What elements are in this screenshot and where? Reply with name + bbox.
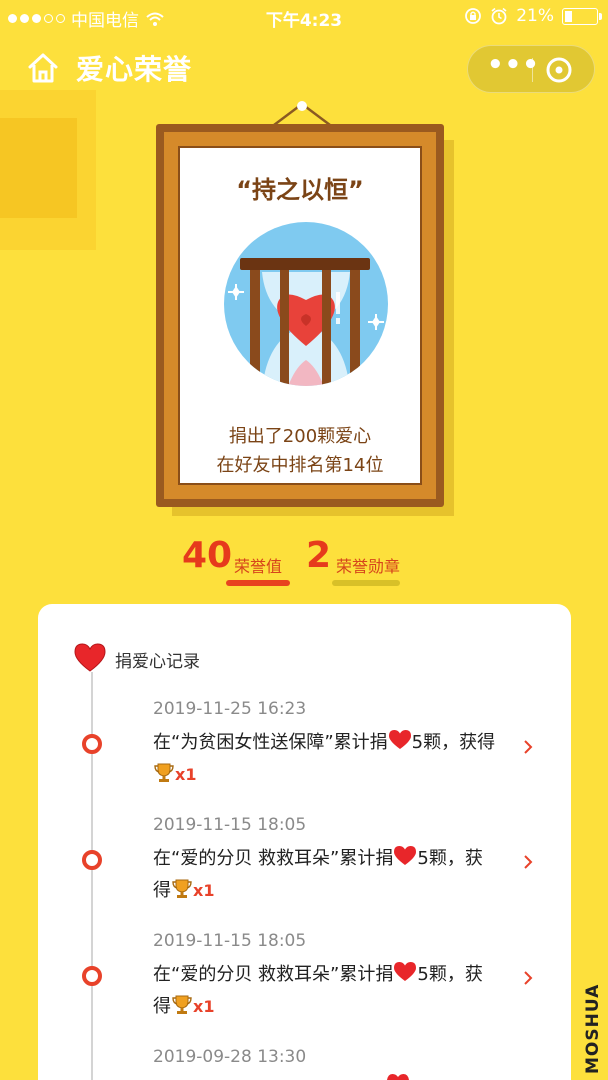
record-text: 在“爱的分贝 救救耳朵”累计捐 (153, 848, 394, 869)
rotation-lock-icon (465, 8, 482, 24)
chevron-right-icon[interactable] (522, 970, 534, 986)
record-count: 5颗，获 (417, 848, 483, 869)
battery-fill (565, 10, 573, 22)
honor-value-label[interactable]: 荣誉值 (234, 553, 282, 577)
trophy-icon (154, 763, 174, 782)
reward-count: x1 (193, 997, 215, 1016)
record-time: 2019-09-28 13:30 (153, 1047, 307, 1067)
capsule-divider (532, 58, 533, 82)
home-icon[interactable] (26, 52, 60, 84)
record-time: 2019-11-15 18:05 (153, 815, 307, 835)
watermark: MOSHUA (579, 983, 607, 1074)
medal-count-label[interactable]: 荣誉勋章 (336, 553, 400, 577)
medal-count[interactable]: 2 (306, 535, 331, 576)
status-bar: 中国电信 下午4:23 21% (0, 0, 608, 34)
alarm-icon (491, 7, 507, 25)
medal-tab-indicator (332, 580, 400, 586)
record-row[interactable]: 在“爱的分贝 救救耳朵”累计捐 5颗，获得 x1 (153, 959, 523, 1023)
record-row[interactable]: 在“爱的分贝 救救耳朵”累计捐 5颗，获得 x1 (153, 843, 523, 907)
decorative-square-inner (0, 118, 77, 218)
mini-program-capsule: ••• (467, 45, 595, 93)
timeline-dot (82, 734, 102, 754)
record-time: 2019-11-25 16:23 (153, 699, 307, 719)
badge-title: “持之以恒” (236, 176, 364, 204)
frame-pin (297, 101, 307, 111)
close-target-icon[interactable] (544, 55, 574, 85)
badge-description-line2: 在好友中排名第14位 (216, 455, 384, 476)
more-dots-icon[interactable]: ••• (487, 52, 539, 84)
trophy-icon (172, 879, 192, 898)
record-section-title: 捐爱心记录 (115, 652, 200, 672)
reward-count: x1 (193, 881, 215, 900)
timeline-dot (82, 966, 102, 986)
record-time: 2019-11-15 18:05 (153, 931, 307, 951)
battery-icon (562, 7, 602, 25)
record-row[interactable]: 在“为贫困女性送保障”累计捐 5颗，获得 x1 (153, 727, 523, 791)
record-count: 5颗，获得 (411, 732, 496, 753)
reward-count: x1 (175, 765, 197, 784)
record-count: 5颗，获 (417, 964, 483, 985)
honor-tab-indicator (226, 580, 290, 586)
page-title: 爱心荣誉 (76, 53, 193, 86)
heart-icon (74, 643, 106, 672)
heart-icon (394, 962, 417, 981)
trophy-icon (172, 995, 192, 1014)
record-text: 在“为贫困女性送保障”累计捐 (153, 732, 388, 753)
hourglass-heart-icon (224, 222, 388, 386)
battery-percent: 21% (516, 6, 554, 26)
watermark-text: MOSHUA (583, 983, 603, 1074)
record-text-suffix: 得 (153, 996, 171, 1017)
record-text: 在“爱的分贝 救救耳朵”累计捐 (153, 964, 394, 985)
record-text-suffix: 得 (153, 880, 171, 901)
status-right: 21% (464, 6, 602, 26)
heart-icon (387, 1074, 409, 1080)
honor-value[interactable]: 40 (182, 535, 232, 576)
chevron-right-icon[interactable] (522, 854, 534, 870)
badge-description-line1: 捐出了200颗爱心 (228, 426, 372, 447)
heart-icon (388, 730, 411, 749)
heart-icon (394, 846, 417, 865)
timeline-dot (82, 850, 102, 870)
chevron-right-icon[interactable] (522, 739, 534, 755)
